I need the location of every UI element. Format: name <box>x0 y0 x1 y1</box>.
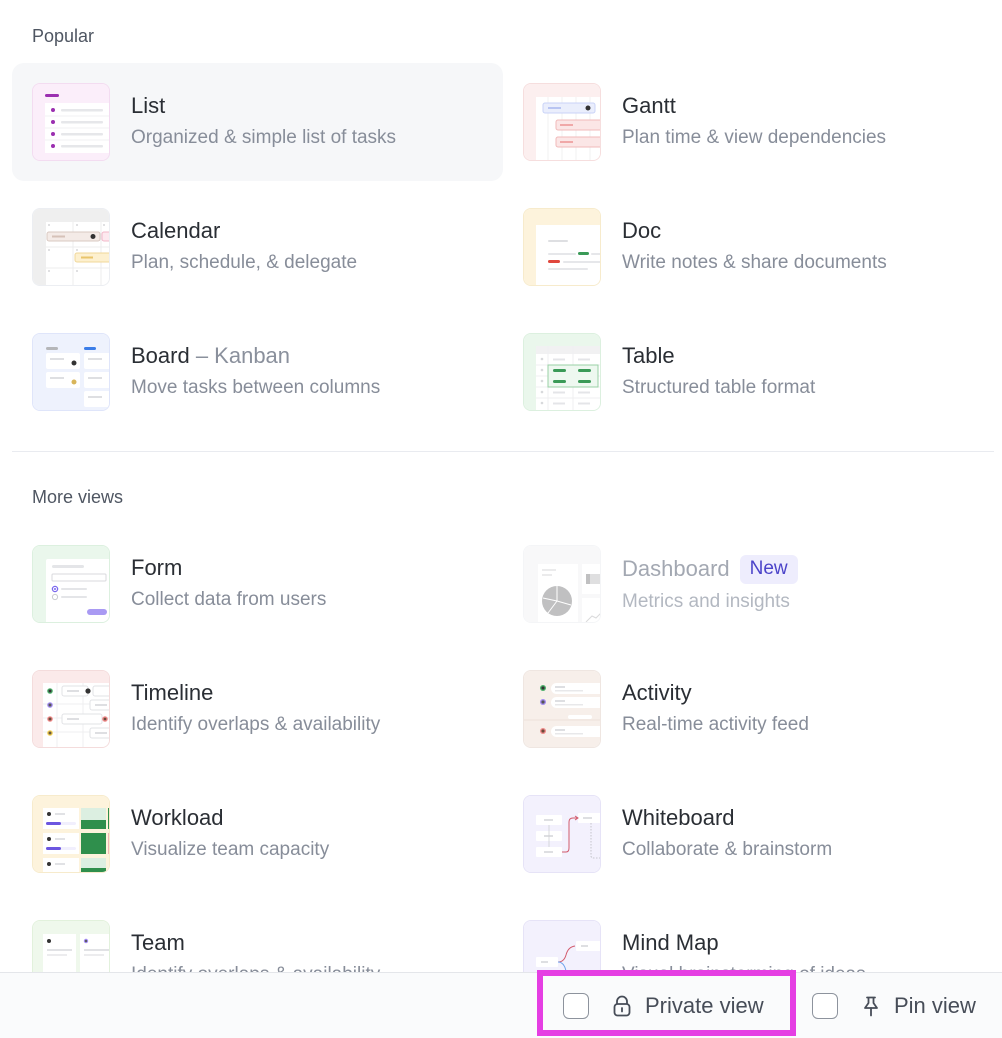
view-option-workload[interactable]: Workload Visualize team capacity <box>12 775 503 893</box>
gantt-view-thumbnail <box>523 83 601 161</box>
view-option-name: Calendar <box>131 218 221 243</box>
view-option-name: Timeline <box>131 680 214 705</box>
dashboard-view-thumbnail <box>523 545 601 623</box>
section-title-popular: Popular <box>32 26 95 46</box>
whiteboard-view-thumbnail <box>523 795 601 873</box>
view-option-name: Whiteboard <box>622 805 735 830</box>
calendar-view-thumbnail <box>32 208 110 286</box>
view-option-description: Visualize team capacity <box>131 839 330 860</box>
view-option-description: Visual brainstorming of ideas <box>622 964 866 972</box>
view-picker-scroll-area[interactable]: Popular List Organized & simple list of … <box>0 0 1002 972</box>
view-option-name: Mind Map <box>622 930 719 955</box>
view-option-description: Real-time activity feed <box>622 714 809 735</box>
view-option-description: Write notes & share documents <box>622 252 887 273</box>
private-view-toggle[interactable]: Private view <box>563 973 764 1038</box>
view-option-name: Activity <box>622 680 692 705</box>
pin-view-label[interactable]: Pin view <box>894 993 976 1019</box>
view-option-board[interactable]: Board – Kanban Move tasks between column… <box>12 313 503 431</box>
view-option-team[interactable]: Team Identify overlaps & availability <box>12 900 503 972</box>
view-option-name: Form <box>131 555 183 580</box>
board-view-thumbnail <box>32 333 110 411</box>
view-option-description: Collaborate & brainstorm <box>622 839 833 860</box>
workload-view-thumbnail <box>32 795 110 873</box>
doc-view-thumbnail <box>523 208 601 286</box>
view-option-name: Doc <box>622 218 662 243</box>
view-option-name: Table <box>622 343 675 368</box>
view-option-description: Metrics and insights <box>622 591 790 612</box>
view-option-description: Structured table format <box>622 377 816 398</box>
activity-view-thumbnail <box>523 670 601 748</box>
table-view-thumbnail <box>523 333 601 411</box>
view-option-activity[interactable]: Activity Real-time activity feed <box>503 650 994 768</box>
view-option-gantt[interactable]: Gantt Plan time & view dependencies <box>503 63 994 181</box>
view-option-description: Move tasks between columns <box>131 377 381 398</box>
pin-view-toggle[interactable]: Pin view <box>812 973 976 1038</box>
team-view-thumbnail <box>32 920 110 972</box>
view-option-dashboard[interactable]: Dashboard New Metrics and insights <box>503 525 994 643</box>
list-view-thumbnail <box>32 83 110 161</box>
view-option-title: Board <box>131 343 190 368</box>
view-option-description: Identify overlaps & availability <box>131 714 381 735</box>
section-title-more-views: More views <box>32 487 124 507</box>
view-option-description: Plan, schedule, & delegate <box>131 252 358 273</box>
private-view-label[interactable]: Private view <box>645 993 764 1019</box>
view-option-name: Board – Kanban <box>131 343 290 369</box>
pin-icon <box>860 995 882 1017</box>
timeline-view-thumbnail <box>32 670 110 748</box>
view-option-description: Collect data from users <box>131 589 327 610</box>
view-option-description: Plan time & view dependencies <box>622 127 887 148</box>
new-badge: New <box>739 555 798 584</box>
view-option-description: Identify overlaps & availability <box>131 964 380 972</box>
view-option-name: Team <box>131 930 185 955</box>
view-option-form[interactable]: Form Collect data from users <box>12 525 503 643</box>
form-view-thumbnail <box>32 545 110 623</box>
mind-map-view-thumbnail <box>523 920 601 972</box>
view-option-name: Workload <box>131 805 224 830</box>
pin-view-checkbox[interactable] <box>812 993 838 1019</box>
view-option-doc[interactable]: Doc Write notes & share documents <box>503 188 994 306</box>
view-option-name: List <box>131 93 166 118</box>
section-divider <box>12 451 994 452</box>
view-option-whiteboard[interactable]: Whiteboard Collaborate & brainstorm <box>503 775 994 893</box>
view-option-subtitle: – Kanban <box>189 343 291 368</box>
view-option-mind-map[interactable]: Mind Map Visual brainstorming of ideas <box>503 900 994 972</box>
view-option-name: Dashboard New <box>622 555 798 584</box>
view-option-calendar[interactable]: Calendar Plan, schedule, & delegate <box>12 188 503 306</box>
view-option-title: Dashboard <box>622 556 730 581</box>
view-options-footer: Private view Pin view <box>0 972 1002 1038</box>
view-option-table[interactable]: Table Structured table format <box>503 313 994 431</box>
lock-icon <box>611 995 633 1017</box>
view-option-description: Organized & simple list of tasks <box>131 127 397 148</box>
view-option-name: Gantt <box>622 93 676 118</box>
view-option-timeline[interactable]: Timeline Identify overlaps & availabilit… <box>12 650 503 768</box>
view-option-list[interactable]: List Organized & simple list of tasks <box>12 63 503 181</box>
private-view-checkbox[interactable] <box>563 993 589 1019</box>
